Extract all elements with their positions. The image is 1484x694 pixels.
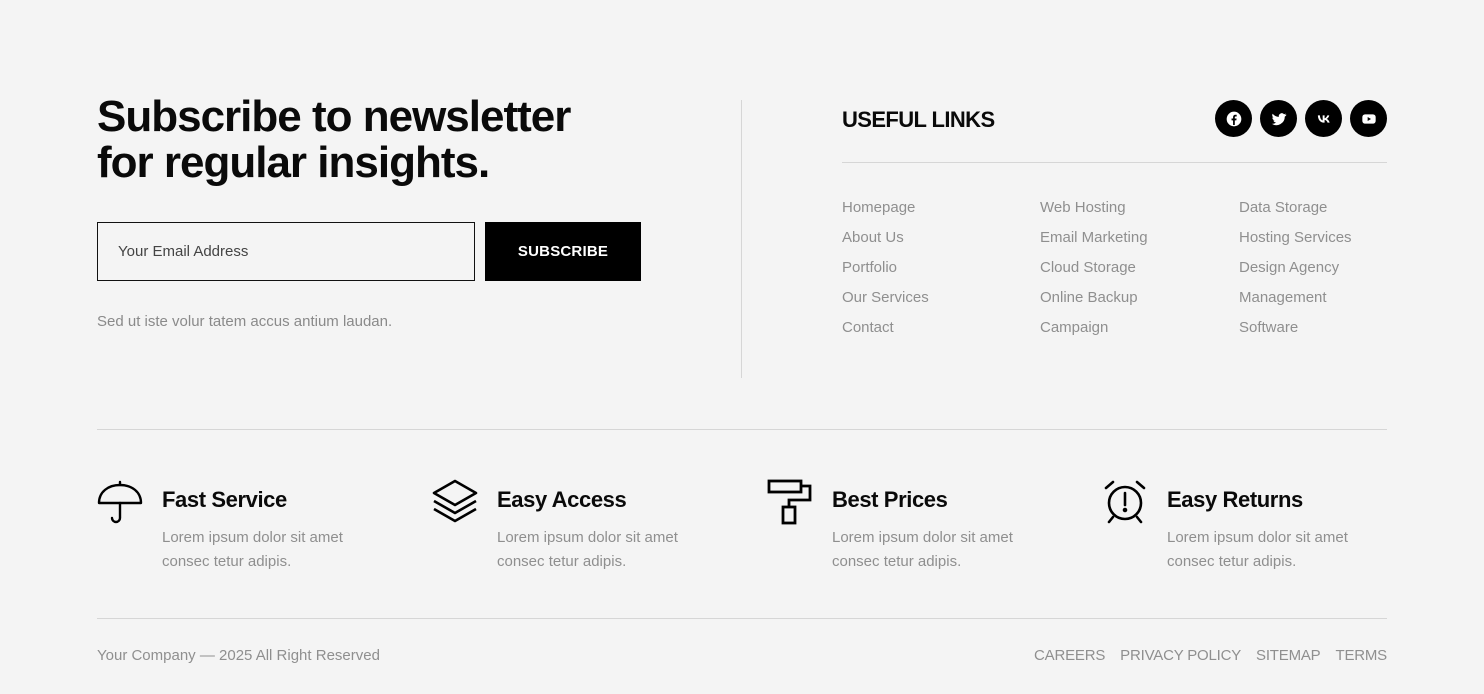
links-divider bbox=[842, 162, 1387, 163]
feature-description-line2: consec tetur adipis. bbox=[1167, 553, 1297, 570]
link-email-marketing[interactable]: Email Marketing bbox=[1040, 223, 1148, 253]
feature-description-line2: consec tetur adipis. bbox=[497, 553, 627, 570]
links-column-3: Data Storage Hosting Services Design Age… bbox=[1239, 193, 1352, 343]
feature-description: Lorem ipsum dolor sit amet consec tetur … bbox=[832, 526, 1042, 574]
useful-links-title: USEFUL LINKS bbox=[842, 107, 995, 132]
links-column-2: Web Hosting Email Marketing Cloud Storag… bbox=[1040, 193, 1148, 343]
link-about-us[interactable]: About Us bbox=[842, 223, 929, 253]
vk-button[interactable] bbox=[1305, 100, 1342, 137]
feature-description-line2: consec tetur adipis. bbox=[832, 553, 962, 570]
facebook-icon bbox=[1226, 111, 1241, 126]
alarm-clock-icon bbox=[1104, 480, 1146, 524]
paint-roller-icon bbox=[767, 479, 812, 525]
section-divider bbox=[97, 429, 1387, 430]
footer-link-terms[interactable]: TERMS bbox=[1335, 647, 1387, 664]
layers-icon bbox=[432, 479, 478, 523]
feature-description-line1: Lorem ipsum dolor sit amet bbox=[162, 529, 343, 546]
twitter-button[interactable] bbox=[1260, 100, 1297, 137]
newsletter-note: Sed ut iste volur tatem accus antium lau… bbox=[97, 313, 393, 330]
feature-description-line1: Lorem ipsum dolor sit amet bbox=[497, 529, 678, 546]
link-homepage[interactable]: Homepage bbox=[842, 193, 929, 223]
twitter-icon bbox=[1271, 112, 1286, 125]
youtube-button[interactable] bbox=[1350, 100, 1387, 137]
link-campaign[interactable]: Campaign bbox=[1040, 313, 1148, 343]
vk-icon bbox=[1317, 114, 1330, 123]
link-design-agency[interactable]: Design Agency bbox=[1239, 253, 1352, 283]
feature-title: Fast Service bbox=[162, 487, 287, 512]
link-our-services[interactable]: Our Services bbox=[842, 283, 929, 313]
feature-title: Easy Access bbox=[497, 487, 627, 512]
newsletter-form: SUBSCRIBE bbox=[97, 222, 641, 281]
newsletter-section: Subscribe to newsletter for regular insi… bbox=[97, 94, 657, 330]
newsletter-title-line2: for regular insights. bbox=[97, 138, 490, 187]
youtube-icon bbox=[1361, 113, 1376, 124]
footer-link-careers[interactable]: CAREERS bbox=[1034, 647, 1105, 664]
newsletter-title-line1: Subscribe to newsletter bbox=[97, 92, 571, 141]
email-input[interactable] bbox=[97, 222, 475, 281]
facebook-button[interactable] bbox=[1215, 100, 1252, 137]
link-portfolio[interactable]: Portfolio bbox=[842, 253, 929, 283]
social-links bbox=[1215, 100, 1387, 137]
footer-divider bbox=[97, 618, 1387, 619]
links-column-1: Homepage About Us Portfolio Our Services… bbox=[842, 193, 929, 343]
footer-nav: CAREERS PRIVACY POLICY SITEMAP TERMS bbox=[1034, 647, 1387, 664]
link-management[interactable]: Management bbox=[1239, 283, 1352, 313]
link-web-hosting[interactable]: Web Hosting bbox=[1040, 193, 1148, 223]
feature-description: Lorem ipsum dolor sit amet consec tetur … bbox=[497, 526, 707, 574]
feature-title: Easy Returns bbox=[1167, 487, 1303, 512]
link-software[interactable]: Software bbox=[1239, 313, 1352, 343]
feature-description-line1: Lorem ipsum dolor sit amet bbox=[832, 529, 1013, 546]
footer-link-privacy-policy[interactable]: PRIVACY POLICY bbox=[1120, 647, 1241, 664]
feature-title: Best Prices bbox=[832, 487, 948, 512]
link-cloud-storage[interactable]: Cloud Storage bbox=[1040, 253, 1148, 283]
footer-page: Subscribe to newsletter for regular insi… bbox=[0, 0, 1484, 694]
link-hosting-services[interactable]: Hosting Services bbox=[1239, 223, 1352, 253]
link-online-backup[interactable]: Online Backup bbox=[1040, 283, 1148, 313]
vertical-divider bbox=[741, 100, 742, 378]
link-contact[interactable]: Contact bbox=[842, 313, 929, 343]
feature-description: Lorem ipsum dolor sit amet consec tetur … bbox=[162, 526, 372, 574]
copyright-text: Your Company — 2025 All Right Reserved bbox=[97, 647, 380, 664]
subscribe-button[interactable]: SUBSCRIBE bbox=[485, 222, 641, 281]
feature-description: Lorem ipsum dolor sit amet consec tetur … bbox=[1167, 526, 1377, 574]
feature-description-line2: consec tetur adipis. bbox=[162, 553, 292, 570]
link-data-storage[interactable]: Data Storage bbox=[1239, 193, 1352, 223]
umbrella-icon bbox=[97, 480, 143, 524]
footer-link-sitemap[interactable]: SITEMAP bbox=[1256, 647, 1321, 664]
feature-description-line1: Lorem ipsum dolor sit amet bbox=[1167, 529, 1348, 546]
newsletter-title: Subscribe to newsletter for regular insi… bbox=[97, 94, 657, 186]
